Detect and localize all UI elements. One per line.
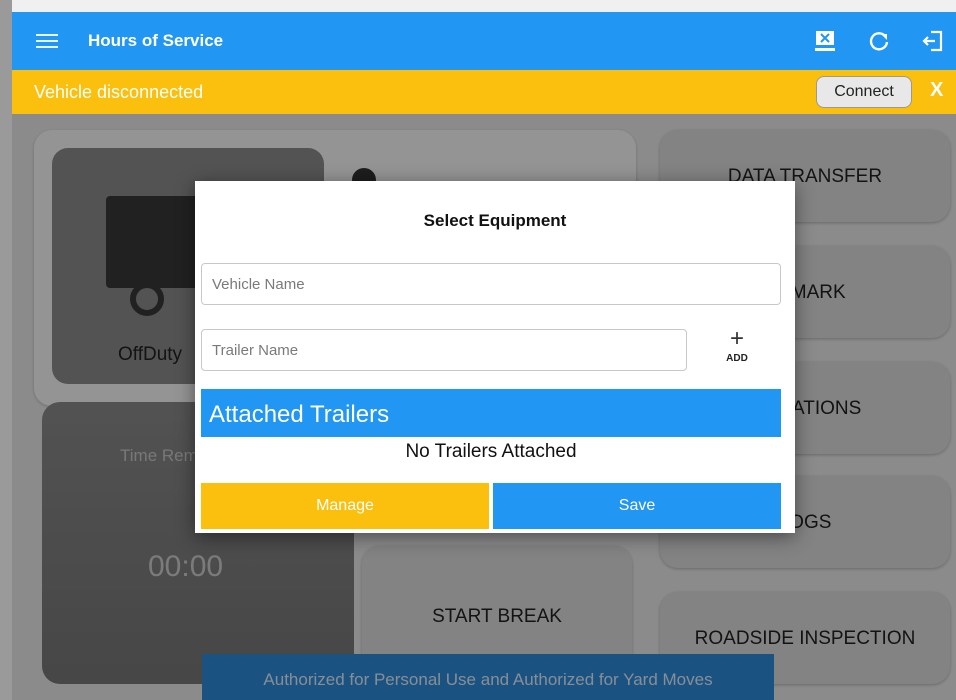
trailer-name-input[interactable] [201,329,687,371]
add-trailer-label: ADD [726,353,748,364]
vehicle-name-input[interactable] [201,263,781,305]
connect-button[interactable]: Connect [816,76,912,108]
app-screen: Hours of Service Vehicle disconnected Co… [12,0,956,700]
logout-icon[interactable] [918,26,948,56]
attached-trailers-title: Attached Trailers [209,401,390,428]
close-banner-button[interactable]: X [930,79,943,102]
select-equipment-dialog: Select Equipment + ADD Attached Trailers… [195,181,795,533]
add-trailer-button[interactable]: + ADD [719,325,755,365]
no-trailers-message: No Trailers Attached [405,441,577,462]
save-button[interactable]: Save [493,483,781,529]
plus-icon: + [729,325,744,352]
app-bar: Hours of Service [12,12,956,70]
refresh-icon[interactable] [864,26,894,56]
manage-button[interactable]: Manage [201,483,489,529]
app-title: Hours of Service [88,31,224,50]
dialog-title: Select Equipment [423,211,567,230]
menu-icon[interactable] [36,30,58,52]
connection-banner: Vehicle disconnected Connect X [12,70,956,114]
transfer-icon[interactable] [810,26,840,56]
connection-status-text: Vehicle disconnected [34,82,204,102]
attached-trailers-header: Attached Trailers [201,389,781,437]
